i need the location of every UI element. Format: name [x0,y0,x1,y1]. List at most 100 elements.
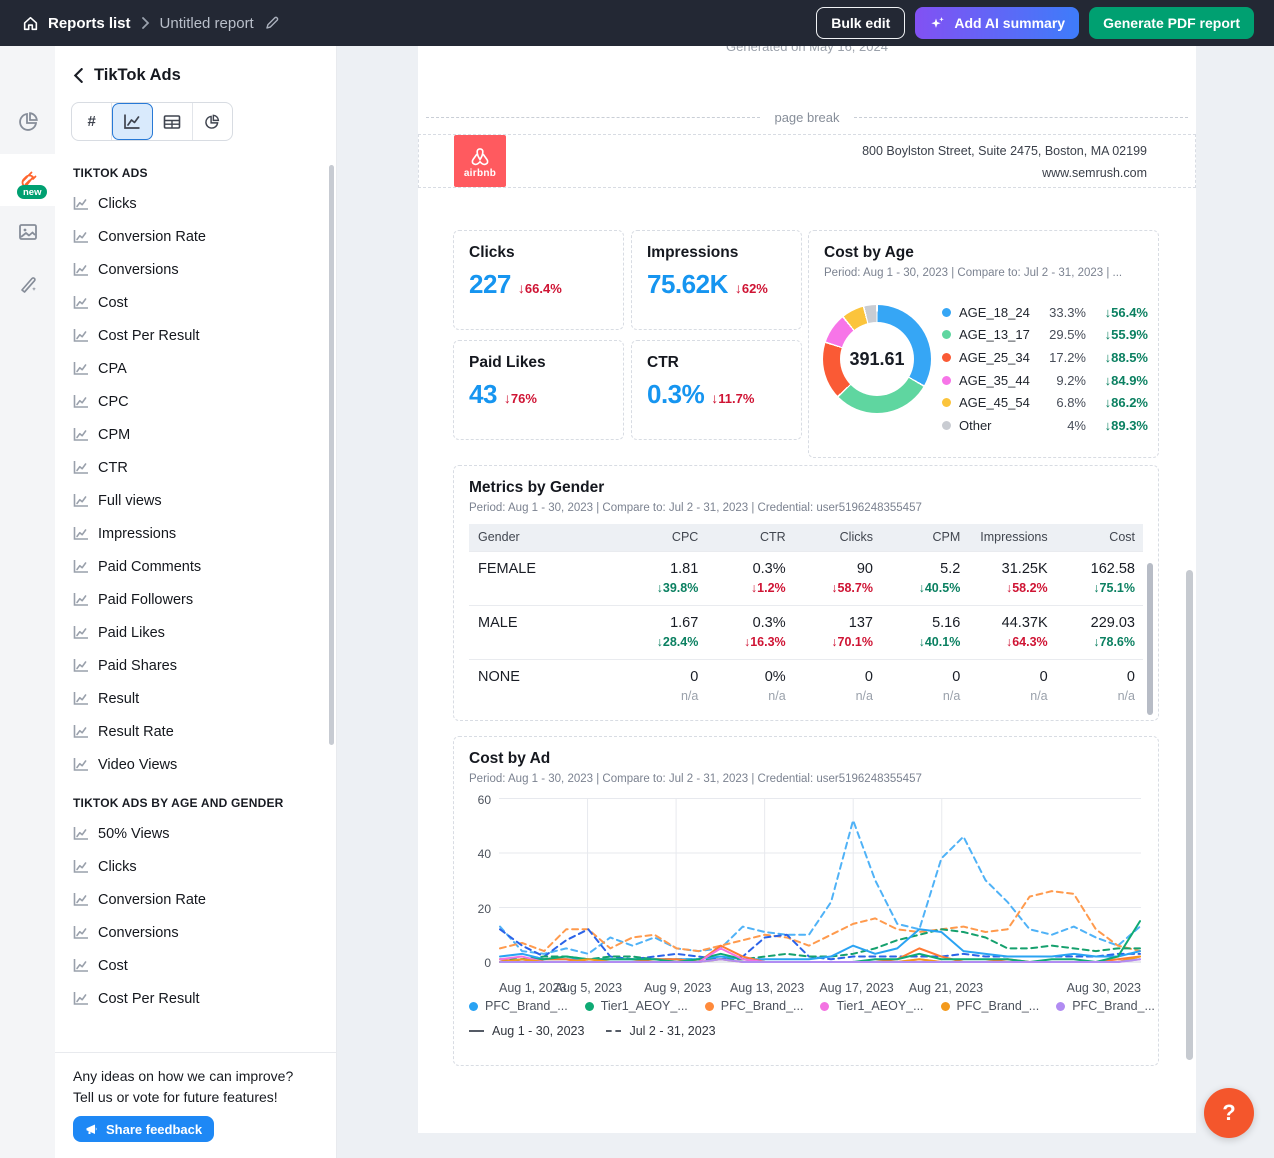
legend-dot-icon [941,1002,950,1011]
breadcrumb-home-label: Reports list [48,15,131,32]
sidebar-section-label: TIKTOK ADS [73,166,320,180]
sidebar-section-label: TIKTOK ADS BY AGE AND GENDER [73,796,320,810]
down-arrow-icon: ↓ [1006,635,1012,649]
widget-type-pie[interactable] [193,103,232,140]
metric-cell: 0%n/a [706,659,793,713]
sidebar-item-label: CPM [98,427,130,443]
sidebar-item-result-rate[interactable]: Result Rate [73,715,320,748]
brand-header-widget[interactable]: airbnb 800 Boylston Street, Suite 2475, … [418,134,1196,188]
sidebar-item-paid-shares[interactable]: Paid Shares [73,649,320,682]
age-legend-pct: 17.2% [1038,350,1086,365]
sidebar-item-cost-per-result[interactable]: Cost Per Result [73,319,320,352]
sidebar-item-impressions[interactable]: Impressions [73,517,320,550]
metric-card-impressions[interactable]: Impressions 75.62K ↓62% [631,230,802,330]
image-icon [16,220,40,244]
legend-dot-icon [820,1002,829,1011]
metric-title: Impressions [647,244,786,262]
age-legend-row: AGE_35_449.2%↓84.9% [942,369,1148,392]
cell-value: 44.37K [968,615,1047,631]
widget-subtitle: Period: Aug 1 - 30, 2023 | Compare to: J… [469,773,1143,785]
line-chart-icon [73,826,89,841]
metric-card-paid-likes[interactable]: Paid Likes 43 ↓76% [453,340,624,440]
cell-delta: ↓28.4% [619,635,698,649]
table-scrollbar[interactable] [1147,563,1153,715]
share-feedback-button[interactable]: Share feedback [73,1116,214,1142]
share-feedback-label: Share feedback [106,1122,202,1137]
sidebar-item-label: Cost Per Result [98,328,200,344]
sidebar-item-paid-comments[interactable]: Paid Comments [73,550,320,583]
help-button[interactable]: ? [1204,1088,1254,1138]
down-arrow-icon: ↓ [1105,418,1112,433]
brand-website: www.semrush.com [1042,166,1147,180]
line-chart-icon [73,361,89,376]
bulk-edit-button[interactable]: Bulk edit [816,7,905,39]
age-legend-delta: ↓88.5% [1086,350,1148,365]
metric-cell: 1.81↓39.8% [619,551,706,605]
age-legend-delta: ↓86.2% [1086,395,1148,410]
sidebar-scrollbar[interactable] [329,165,334,745]
age-legend-delta: ↓55.9% [1086,327,1148,342]
sidebar-item-cpc[interactable]: CPC [73,385,320,418]
metric-cell: 0n/a [881,659,968,713]
x-axis-label: Aug 9, 2023 [644,981,711,995]
y-axis-label: 20 [469,902,491,916]
add-ai-summary-button[interactable]: Add AI summary [915,7,1079,39]
generate-pdf-button[interactable]: Generate PDF report [1089,7,1254,39]
sidebar-item-label: Impressions [98,526,176,542]
down-arrow-icon: ↓ [657,635,663,649]
legend-dot-icon [585,1002,594,1011]
sidebar-item-result[interactable]: Result [73,682,320,715]
pie-chart-icon [16,110,40,134]
down-arrow-icon: ↓ [735,280,742,296]
edit-pencil-icon[interactable] [264,15,280,31]
sidebar-item-paid-likes[interactable]: Paid Likes [73,616,320,649]
rail-item-design[interactable] [0,258,55,310]
sidebar-item-cost-per-result[interactable]: Cost Per Result [73,982,320,1015]
metrics-by-gender-widget[interactable]: Metrics by Gender Period: Aug 1 - 30, 20… [453,465,1159,721]
legend-dot-icon [942,398,951,407]
cost-by-age-widget[interactable]: Cost by Age Period: Aug 1 - 30, 2023 | C… [808,230,1159,458]
sidebar-item-conversions[interactable]: Conversions [73,253,320,286]
sidebar-item-cpm[interactable]: CPM [73,418,320,451]
widget-type-line-chart[interactable] [112,103,152,140]
metric-card-clicks[interactable]: Clicks 227 ↓66.4% [453,230,624,330]
metric-title: CTR [647,354,786,372]
widget-type-table[interactable] [153,103,193,140]
page-scrollbar[interactable] [1186,570,1193,1060]
rail-item-images[interactable] [0,206,55,258]
gender-cell: NONE [469,659,619,713]
legend-dot-icon [942,421,951,430]
gender-cell: MALE [469,605,619,659]
back-chevron-icon[interactable] [73,68,84,83]
line-chart-icon [73,427,89,442]
sidebar-item-conversion-rate[interactable]: Conversion Rate [73,220,320,253]
rail-item-widgets[interactable] [0,96,55,148]
rail-item-integrations[interactable]: new [0,154,55,206]
cost-by-ad-widget[interactable]: Cost by Ad Period: Aug 1 - 30, 2023 | Co… [453,736,1159,1066]
metric-value: 43 [469,379,497,410]
sidebar-item-full-views[interactable]: Full views [73,484,320,517]
metric-cell: 5.16↓40.1% [881,605,968,659]
widget-type-toggle: # [71,102,233,141]
report-title: Untitled report [160,15,254,32]
reports-list-link[interactable]: Reports list [22,15,131,32]
sidebar-item-clicks[interactable]: Clicks [73,187,320,220]
series-legend-item: PFC_Brand_... [941,999,1040,1013]
metric-card-ctr[interactable]: CTR 0.3% ↓11.7% [631,340,802,440]
age-legend-label: AGE_45_54 [959,395,1038,410]
widget-type-number[interactable]: # [72,103,112,140]
sidebar-item-conversions[interactable]: Conversions [73,916,320,949]
sidebar-item-cost[interactable]: Cost [73,286,320,319]
sidebar-item-cpa[interactable]: CPA [73,352,320,385]
sidebar-item-cost[interactable]: Cost [73,949,320,982]
sidebar-item-50-views[interactable]: 50% Views [73,817,320,850]
series-legend-item: PFC_Brand_... [705,999,804,1013]
x-axis-label: Aug 17, 2023 [819,981,893,995]
sidebar-item-conversion-rate[interactable]: Conversion Rate [73,883,320,916]
series-legend: PFC_Brand_...Tier1_AEOY_...PFC_Brand_...… [469,999,1143,1013]
sidebar-item-paid-followers[interactable]: Paid Followers [73,583,320,616]
sidebar-item-ctr[interactable]: CTR [73,451,320,484]
age-legend: AGE_18_2433.3%↓56.4%AGE_13_1729.5%↓55.9%… [942,301,1148,437]
sidebar-item-video-views[interactable]: Video Views [73,748,320,781]
sidebar-item-clicks[interactable]: Clicks [73,850,320,883]
